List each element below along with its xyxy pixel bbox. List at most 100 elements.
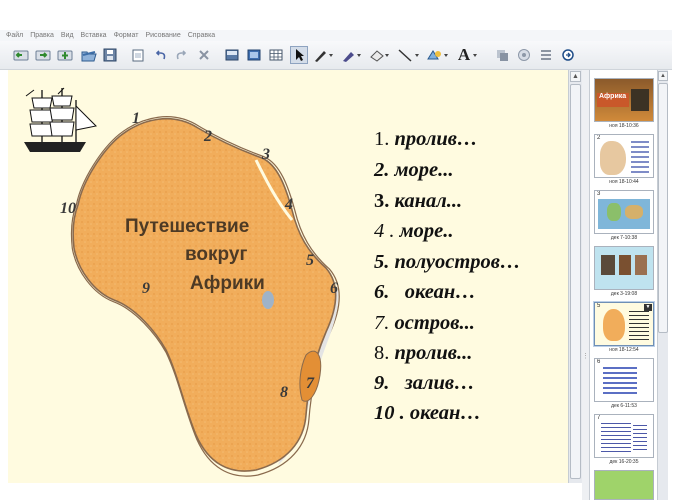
map-number-5: 5 [306, 252, 314, 269]
scroll-up-arrow-icon[interactable]: ▲ [570, 71, 581, 82]
menu-item-view[interactable]: Вид [61, 30, 74, 41]
menu-item-help[interactable]: Справка [188, 30, 215, 41]
menu-item-edit[interactable]: Правка [30, 30, 54, 41]
africa-map [24, 87, 340, 477]
pen-icon[interactable] [312, 47, 336, 63]
page-sorter: Африка ноя 18-10:36 2 ноя 18-10:44 3 дек… [590, 70, 660, 500]
thumbnail-image: 2 [594, 134, 654, 178]
line-icon[interactable] [396, 47, 422, 63]
toolbar: A [0, 41, 672, 70]
panel-splitter[interactable]: ⋮ [582, 70, 590, 500]
page-date: ноя 18-12:54 [609, 347, 639, 353]
page-thumbnail-8[interactable] [594, 470, 654, 500]
sorter-scroll-up-icon[interactable]: ▲ [658, 71, 668, 81]
question-text: канал... [394, 190, 463, 212]
map-number-8: 8 [280, 384, 288, 401]
question-number: 6. [374, 281, 390, 303]
sailing-ship-icon [24, 87, 98, 152]
back-icon[interactable] [12, 47, 30, 63]
question-6[interactable]: 6. океан… [374, 281, 476, 303]
thumbnail-image: 7 [594, 414, 654, 458]
question-9[interactable]: 9. залив… [374, 372, 475, 394]
map-number-6: 6 [330, 280, 338, 297]
question-text: море.. [399, 220, 454, 242]
page-menu-chevron-icon[interactable]: ▼ [644, 304, 652, 311]
page-date: дек 7-10:38 [610, 235, 638, 241]
thumbnail-title: Африка [597, 93, 629, 107]
screen-shade-icon[interactable] [224, 47, 240, 63]
open-icon[interactable] [80, 47, 98, 63]
page-date: ноя 18-10:44 [609, 179, 639, 185]
question-text: пролив… [394, 128, 478, 150]
paste-icon[interactable] [130, 47, 146, 63]
map-number-1: 1 [132, 110, 140, 127]
scroll-thumb[interactable] [570, 84, 581, 479]
map-title-line-1: Путешествие [125, 216, 250, 237]
map-number-10: 10 [60, 200, 76, 217]
map-number-2: 2 [204, 128, 212, 145]
full-screen-icon[interactable] [246, 47, 262, 63]
question-text: океан… [409, 402, 481, 424]
select-icon[interactable] [290, 46, 308, 64]
page-date: дек 3-19:08 [610, 291, 638, 297]
page-date: дек 16-20:35 [609, 459, 639, 465]
forward-icon[interactable] [34, 47, 52, 63]
smart-notebook-window: Файл Правка Вид Вставка Формат Рисование… [0, 0, 687, 500]
shapes-icon[interactable] [425, 47, 451, 63]
eraser-icon[interactable] [368, 47, 392, 63]
add-page-icon[interactable] [56, 47, 74, 63]
canvas-scrollbar[interactable]: ▲ [568, 70, 582, 483]
map-title-line-3: Африки [190, 273, 265, 294]
map-number-3: 3 [262, 146, 270, 163]
question-1[interactable]: 1. пролив… [374, 128, 477, 150]
question-10[interactable]: 10 . океан… [374, 402, 481, 424]
canvas-footer [0, 483, 568, 500]
page-date: ноя 18-10:36 [609, 123, 639, 129]
whiteboard-canvas[interactable]: Путешествие вокруг Африки 1 2 3 4 5 6 7 … [8, 70, 568, 483]
question-4[interactable]: 4 . море.. [374, 220, 454, 242]
question-text: пролив... [394, 342, 473, 364]
page-list-icon[interactable] [538, 47, 554, 63]
sorter-scrollbar[interactable]: ▲ [657, 70, 668, 500]
question-text: полуостров… [394, 251, 521, 273]
menu-item-draw[interactable]: Рисование [145, 30, 180, 41]
question-number: 10 . [374, 402, 405, 424]
text-tool-label: A [457, 45, 471, 64]
delete-icon[interactable] [196, 47, 212, 63]
page-number: 5 [597, 303, 601, 309]
map-number-7: 7 [306, 375, 314, 392]
question-number: 2. [374, 159, 390, 181]
question-8[interactable]: 8. пролив... [374, 342, 472, 364]
sorter-scroll-thumb[interactable] [658, 83, 668, 333]
fill-icon[interactable] [494, 47, 510, 63]
redo-icon[interactable] [173, 47, 189, 63]
table-icon[interactable] [268, 47, 284, 63]
question-number: 8. [374, 342, 390, 364]
undo-icon[interactable] [153, 47, 169, 63]
text-icon[interactable]: A [456, 45, 482, 64]
menu-item-file[interactable]: Файл [6, 30, 23, 41]
question-text: залив… [394, 372, 475, 394]
menu-item-insert[interactable]: Вставка [81, 30, 107, 41]
question-2[interactable]: 2. море... [374, 159, 454, 181]
question-3[interactable]: 3. канал... [374, 190, 462, 212]
properties-icon[interactable] [516, 47, 532, 63]
question-text: океан… [394, 281, 476, 303]
highlighter-icon[interactable] [340, 47, 364, 63]
splitter-grip-icon: ⋮ [582, 353, 589, 360]
page-number: 7 [597, 415, 601, 421]
menu-item-format[interactable]: Формат [114, 30, 139, 41]
question-number: 7. [374, 312, 390, 334]
map-number-9: 9 [142, 280, 150, 297]
map-title-line-2: вокруг [185, 244, 248, 265]
thumbnail-image: Африка [594, 78, 654, 122]
question-5[interactable]: 5. полуостров… [374, 251, 520, 273]
thumbnail-image: 4 [594, 246, 654, 290]
more-icon[interactable] [560, 47, 576, 63]
question-7[interactable]: 7. остров... [374, 312, 475, 334]
menu-bar: Файл Правка Вид Вставка Формат Рисование… [0, 30, 672, 41]
thumbnail-image: 6 [594, 358, 654, 402]
question-text: море... [394, 159, 454, 181]
question-number: 3. [374, 190, 390, 212]
save-icon[interactable] [102, 47, 118, 63]
